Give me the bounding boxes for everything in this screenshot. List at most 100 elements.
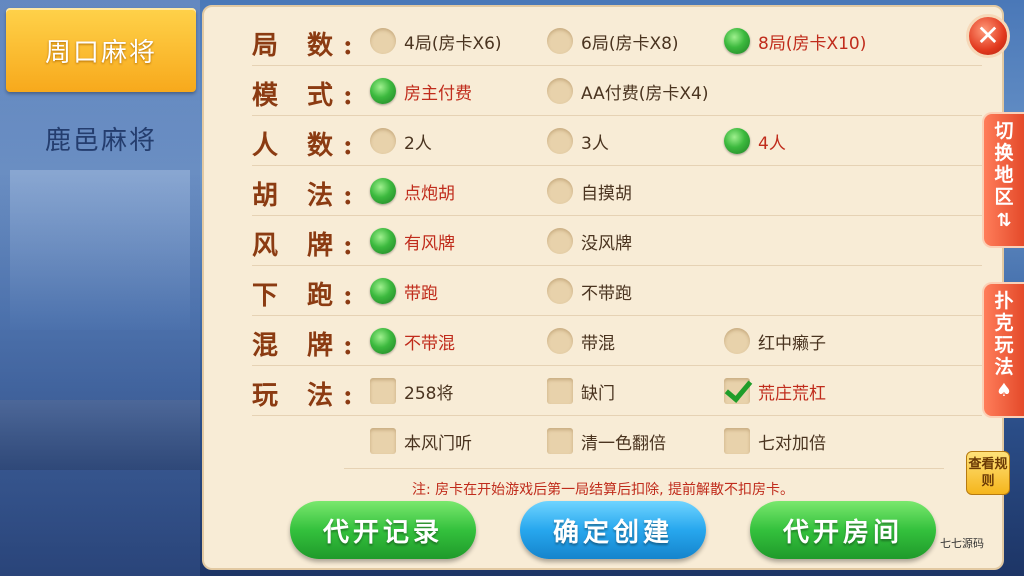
option-label: 258将: [404, 383, 454, 404]
option-2-players[interactable]: 2人: [370, 127, 432, 155]
row-label: 下 跑:: [252, 281, 363, 311]
option-owner-pays[interactable]: 房主付费: [370, 77, 472, 105]
checkbox-checked[interactable]: [724, 378, 750, 404]
view-rules-button[interactable]: 查看规则: [966, 451, 1010, 495]
option-label: 七对加倍: [758, 433, 826, 454]
option-label: 3人: [581, 133, 609, 154]
row-play-rules: 玩 法: 258将 缺门 荒庄荒杠: [252, 365, 982, 416]
option-aa-pay[interactable]: AA付费(房卡X4): [547, 77, 708, 105]
option-label: 清一色翻倍: [581, 433, 666, 454]
radio-button-selected[interactable]: [724, 28, 750, 54]
proxy-record-button[interactable]: 代开记录: [290, 501, 476, 559]
switch-region-tab[interactable]: 切换地区 ⇅: [982, 112, 1024, 248]
option-label: 点炮胡: [404, 183, 455, 204]
option-8-rounds[interactable]: 8局(房卡X10): [724, 27, 866, 55]
checkbox[interactable]: [370, 378, 396, 404]
option-with-wild[interactable]: 带混: [547, 327, 615, 355]
radio-button[interactable]: [547, 28, 573, 54]
option-seven-pairs-double[interactable]: 七对加倍: [724, 427, 826, 455]
option-without-wind[interactable]: 没风牌: [547, 227, 632, 255]
switch-region-label: 切换地区: [994, 120, 1014, 208]
option-label: 红中癞子: [758, 333, 826, 354]
option-4-players[interactable]: 4人: [724, 127, 786, 155]
row-mode: 模 式: 房主付费 AA付费(房卡X4): [252, 65, 982, 116]
option-258-pair[interactable]: 258将: [370, 377, 453, 405]
radio-button-selected[interactable]: [370, 328, 396, 354]
row-play-rules-2: 本风门听 清一色翻倍 七对加倍: [252, 415, 982, 465]
poker-games-tab[interactable]: 扑克玩法 ♠: [982, 282, 1024, 418]
option-label: 6局(房卡X8): [581, 33, 679, 54]
row-label: 风 牌:: [252, 231, 363, 261]
option-with-wind[interactable]: 有风牌: [370, 227, 455, 255]
radio-button-selected[interactable]: [370, 278, 396, 304]
checkbox[interactable]: [547, 428, 573, 454]
option-pure-suit-double[interactable]: 清一色翻倍: [547, 427, 666, 455]
radio-button-selected[interactable]: [724, 128, 750, 154]
row-pao: 下 跑: 带跑 不带跑: [252, 265, 982, 316]
proxy-open-room-button[interactable]: 代开房间: [750, 501, 936, 559]
option-label: 房主付费: [404, 83, 472, 104]
option-red-dragon-wild[interactable]: 红中癞子: [724, 327, 826, 355]
create-room-panel: 局 数: 4局(房卡X6) 6局(房卡X8) 8局(房卡X10) 模 式: 房主…: [202, 5, 1004, 570]
checkbox[interactable]: [370, 428, 396, 454]
radio-button[interactable]: [547, 78, 573, 104]
sidebar-item-luyi[interactable]: 鹿邑麻将: [6, 96, 196, 180]
option-label: 没风牌: [581, 233, 632, 254]
option-label: 缺门: [581, 383, 615, 404]
option-label: 8局(房卡X10): [758, 33, 867, 54]
poker-games-label: 扑克玩法: [994, 290, 1014, 378]
option-zimo-hu[interactable]: 自摸胡: [547, 177, 632, 205]
radio-button-selected[interactable]: [370, 178, 396, 204]
option-no-wild[interactable]: 不带混: [370, 327, 455, 355]
radio-button[interactable]: [547, 128, 573, 154]
option-with-pao[interactable]: 带跑: [370, 277, 438, 305]
option-label: 自摸胡: [581, 183, 632, 204]
swap-arrows-icon: ⇅: [996, 210, 1012, 231]
option-label: 4局(房卡X6): [404, 33, 502, 54]
radio-button[interactable]: [547, 328, 573, 354]
row-label: 胡 法:: [252, 181, 363, 211]
option-own-wind-ting[interactable]: 本风门听: [370, 427, 472, 455]
option-missing-suit[interactable]: 缺门: [547, 377, 615, 405]
row-wild-tiles: 混 牌: 不带混 带混 红中癞子: [252, 315, 982, 366]
row-label: 混 牌:: [252, 331, 363, 361]
radio-button[interactable]: [370, 128, 396, 154]
checkbox[interactable]: [724, 428, 750, 454]
option-3-players[interactable]: 3人: [547, 127, 609, 155]
option-dianpao-hu[interactable]: 点炮胡: [370, 177, 455, 205]
option-draw-draw-kong[interactable]: 荒庄荒杠: [724, 377, 826, 405]
option-label: 有风牌: [404, 233, 455, 254]
radio-button[interactable]: [724, 328, 750, 354]
row-label: 人 数:: [252, 131, 363, 161]
background-building: [10, 170, 190, 330]
divider: [344, 468, 944, 469]
radio-button[interactable]: [370, 28, 396, 54]
option-label: 不带混: [404, 333, 455, 354]
row-label: 局 数:: [252, 31, 363, 61]
row-win-method: 胡 法: 点炮胡 自摸胡: [252, 165, 982, 216]
row-label: 玩 法:: [252, 381, 363, 411]
option-label: 带混: [581, 333, 615, 354]
radio-button-selected[interactable]: [370, 228, 396, 254]
option-6-rounds[interactable]: 6局(房卡X8): [547, 27, 679, 55]
sidebar-item-zhoukou[interactable]: 周口麻将: [6, 8, 196, 92]
option-4-rounds[interactable]: 4局(房卡X6): [370, 27, 502, 55]
close-icon[interactable]: ✕: [966, 14, 1010, 58]
option-label: 本风门听: [404, 433, 472, 454]
radio-button[interactable]: [547, 228, 573, 254]
watermark-logo: 七七源码: [940, 537, 984, 550]
option-label: 不带跑: [581, 283, 632, 304]
playing-card-icon: ♠: [995, 380, 1013, 401]
row-label: 模 式:: [252, 81, 363, 111]
row-rounds: 局 数: 4局(房卡X6) 6局(房卡X8) 8局(房卡X10): [252, 15, 982, 66]
room-card-note: 注: 房卡在开始游戏后第一局结算后扣除, 提前解散不扣房卡。: [411, 482, 795, 498]
sidebar: 周口麻将 鹿邑麻将: [0, 0, 200, 576]
row-wind-tiles: 风 牌: 有风牌 没风牌: [252, 215, 982, 266]
radio-button[interactable]: [547, 278, 573, 304]
checkbox[interactable]: [547, 378, 573, 404]
radio-button[interactable]: [547, 178, 573, 204]
radio-button-selected[interactable]: [370, 78, 396, 104]
row-players: 人 数: 2人 3人 4人: [252, 115, 982, 166]
confirm-create-button[interactable]: 确定创建: [520, 501, 706, 559]
option-without-pao[interactable]: 不带跑: [547, 277, 632, 305]
